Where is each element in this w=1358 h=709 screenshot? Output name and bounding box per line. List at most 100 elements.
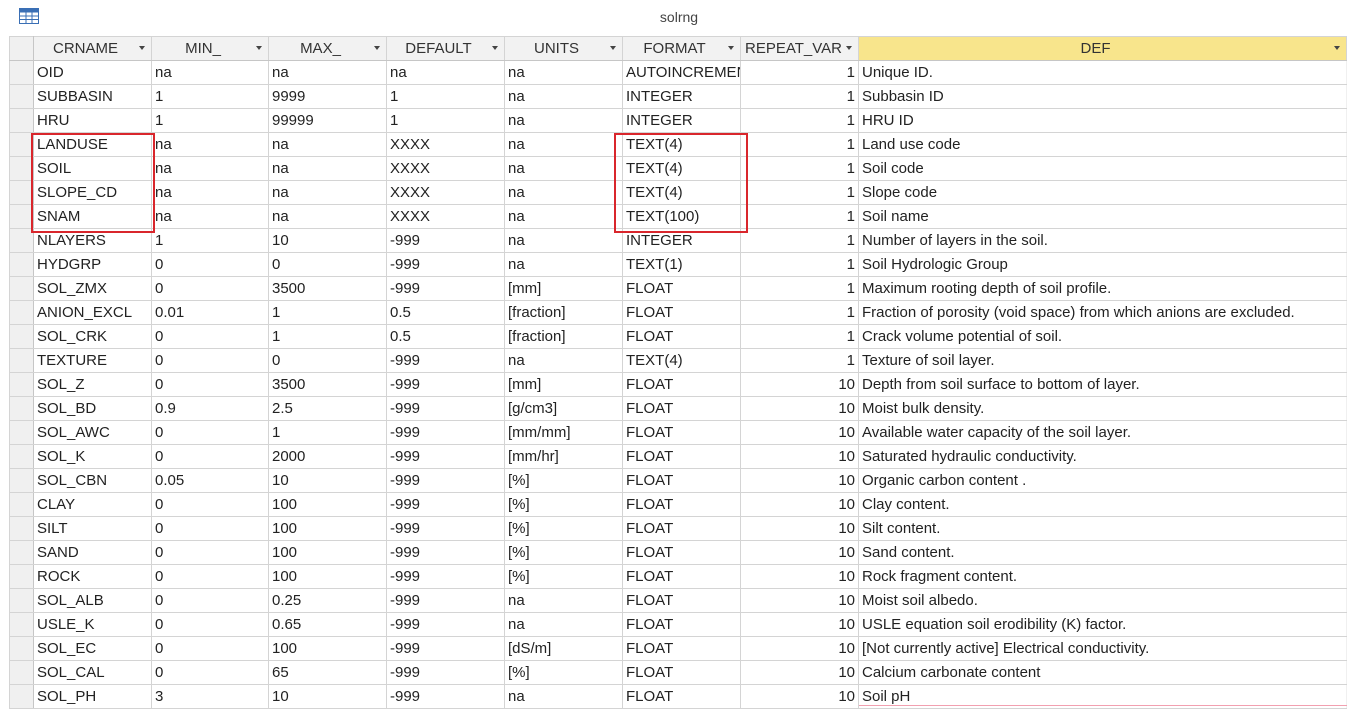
cell-crname[interactable]: SOL_CBN	[33, 468, 152, 493]
datasheet-grid[interactable]: CRNAME MIN_ MAX_ DEFAULT UNITS FORMAT REPEAT_V…	[9, 36, 1358, 709]
row-selector[interactable]	[9, 348, 34, 373]
cell-repeat-var[interactable]: 10	[740, 372, 859, 397]
cell-crname[interactable]: SOL_Z	[33, 372, 152, 397]
cell-format[interactable]: FLOAT	[622, 300, 741, 325]
cell-format[interactable]: FLOAT	[622, 516, 741, 541]
cell-def[interactable]: Silt content.	[858, 516, 1347, 541]
cell-units[interactable]: [%]	[504, 492, 623, 517]
cell-default[interactable]: XXXX	[386, 132, 505, 157]
select-all-corner[interactable]	[9, 36, 34, 61]
cell-def[interactable]: Fraction of porosity (void space) from w…	[858, 300, 1347, 325]
cell-min[interactable]: 0	[151, 636, 269, 661]
cell-default[interactable]: -999	[386, 468, 505, 493]
cell-def[interactable]: Rock fragment content.	[858, 564, 1347, 589]
cell-def[interactable]: Crack volume potential of soil.	[858, 324, 1347, 349]
cell-repeat-var[interactable]: 10	[740, 588, 859, 613]
cell-units[interactable]: [mm]	[504, 276, 623, 301]
cell-repeat-var[interactable]: 1	[740, 180, 859, 205]
cell-def[interactable]: Soil name	[858, 204, 1347, 229]
cell-max[interactable]: na	[268, 132, 387, 157]
cell-max[interactable]: 100	[268, 540, 387, 565]
cell-min[interactable]: 0	[151, 516, 269, 541]
cell-units[interactable]: na	[504, 84, 623, 109]
cell-format[interactable]: FLOAT	[622, 612, 741, 637]
cell-crname[interactable]: CLAY	[33, 492, 152, 517]
cell-repeat-var[interactable]: 10	[740, 636, 859, 661]
cell-def[interactable]: Unique ID.	[858, 60, 1347, 85]
cell-crname[interactable]: ANION_EXCL	[33, 300, 152, 325]
cell-def[interactable]: Organic carbon content .	[858, 468, 1347, 493]
cell-units[interactable]: na	[504, 204, 623, 229]
cell-default[interactable]: -999	[386, 564, 505, 589]
cell-min[interactable]: 0	[151, 444, 269, 469]
cell-max[interactable]: 10	[268, 468, 387, 493]
cell-units[interactable]: na	[504, 348, 623, 373]
cell-def[interactable]: Subbasin ID	[858, 84, 1347, 109]
column-header-units[interactable]: UNITS	[504, 36, 623, 61]
cell-crname[interactable]: HRU	[33, 108, 152, 133]
cell-units[interactable]: [%]	[504, 660, 623, 685]
cell-units[interactable]: na	[504, 180, 623, 205]
row-selector[interactable]	[9, 180, 34, 205]
cell-min[interactable]: 0	[151, 372, 269, 397]
cell-format[interactable]: FLOAT	[622, 660, 741, 685]
cell-format[interactable]: FLOAT	[622, 420, 741, 445]
row-selector[interactable]	[9, 228, 34, 253]
cell-min[interactable]: 0	[151, 252, 269, 277]
cell-min[interactable]: 0	[151, 540, 269, 565]
cell-crname[interactable]: USLE_K	[33, 612, 152, 637]
cell-crname[interactable]: HYDGRP	[33, 252, 152, 277]
cell-format[interactable]: FLOAT	[622, 468, 741, 493]
cell-max[interactable]: 2000	[268, 444, 387, 469]
row-selector[interactable]	[9, 516, 34, 541]
cell-def[interactable]: Depth from soil surface to bottom of lay…	[858, 372, 1347, 397]
cell-min[interactable]: 0	[151, 420, 269, 445]
cell-default[interactable]: 0.5	[386, 300, 505, 325]
cell-format[interactable]: TEXT(4)	[622, 132, 741, 157]
cell-min[interactable]: na	[151, 132, 269, 157]
cell-format[interactable]: TEXT(4)	[622, 348, 741, 373]
cell-units[interactable]: na	[504, 228, 623, 253]
cell-def[interactable]: Moist bulk density.	[858, 396, 1347, 421]
cell-repeat-var[interactable]: 10	[740, 396, 859, 421]
cell-crname[interactable]: SOL_CRK	[33, 324, 152, 349]
cell-crname[interactable]: NLAYERS	[33, 228, 152, 253]
cell-crname[interactable]: SILT	[33, 516, 152, 541]
cell-default[interactable]: -999	[386, 228, 505, 253]
cell-units[interactable]: na	[504, 132, 623, 157]
cell-min[interactable]: 0	[151, 564, 269, 589]
row-selector[interactable]	[9, 540, 34, 565]
column-header-crname[interactable]: CRNAME	[33, 36, 152, 61]
cell-crname[interactable]: SOL_AWC	[33, 420, 152, 445]
row-selector[interactable]	[9, 612, 34, 637]
cell-format[interactable]: FLOAT	[622, 276, 741, 301]
cell-crname[interactable]: SLOPE_CD	[33, 180, 152, 205]
cell-format[interactable]: INTEGER	[622, 84, 741, 109]
cell-def[interactable]: Texture of soil layer.	[858, 348, 1347, 373]
cell-repeat-var[interactable]: 10	[740, 540, 859, 565]
row-selector[interactable]	[9, 108, 34, 133]
column-header-def[interactable]: DEF	[858, 36, 1347, 61]
cell-max[interactable]: na	[268, 180, 387, 205]
row-selector[interactable]	[9, 684, 34, 709]
cell-default[interactable]: -999	[386, 540, 505, 565]
cell-default[interactable]: -999	[386, 516, 505, 541]
cell-default[interactable]: -999	[386, 612, 505, 637]
cell-default[interactable]: -999	[386, 252, 505, 277]
cell-repeat-var[interactable]: 1	[740, 84, 859, 109]
cell-default[interactable]: -999	[386, 444, 505, 469]
cell-crname[interactable]: SAND	[33, 540, 152, 565]
cell-crname[interactable]: SOL_PH	[33, 684, 152, 709]
cell-units[interactable]: [mm]	[504, 372, 623, 397]
cell-units[interactable]: [%]	[504, 564, 623, 589]
cell-default[interactable]: -999	[386, 372, 505, 397]
cell-default[interactable]: XXXX	[386, 180, 505, 205]
cell-max[interactable]: 0	[268, 348, 387, 373]
cell-min[interactable]: 0	[151, 612, 269, 637]
cell-crname[interactable]: SOIL	[33, 156, 152, 181]
cell-repeat-var[interactable]: 10	[740, 660, 859, 685]
cell-def[interactable]: Soil code	[858, 156, 1347, 181]
row-selector[interactable]	[9, 132, 34, 157]
cell-max[interactable]: 0.65	[268, 612, 387, 637]
cell-min[interactable]: na	[151, 60, 269, 85]
